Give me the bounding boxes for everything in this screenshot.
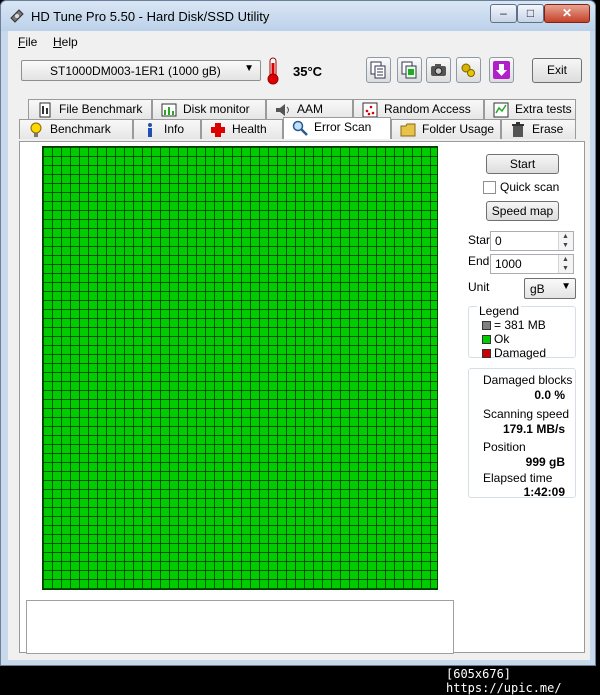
ok-swatch bbox=[482, 335, 491, 344]
tab-extra-tests[interactable]: Extra tests bbox=[484, 99, 576, 119]
copy-text-button[interactable] bbox=[366, 57, 391, 83]
magnifier-icon bbox=[292, 120, 308, 136]
health-cross-icon bbox=[211, 123, 225, 137]
folder-icon bbox=[400, 123, 416, 137]
damaged-blocks-value: 0.0 % bbox=[534, 388, 565, 402]
position-value: 999 gB bbox=[525, 455, 565, 469]
start-position-input[interactable]: 0 ▲ ▼ bbox=[490, 231, 574, 251]
window-title: HD Tune Pro 5.50 - Hard Disk/SSD Utility bbox=[31, 9, 270, 24]
tab-erase[interactable]: Erase bbox=[501, 119, 576, 139]
chevron-down-icon: ▼ bbox=[561, 281, 571, 292]
client-area: File Help ST1000DM003-1ER1 (1000 gB) ▼ 3… bbox=[8, 31, 590, 660]
trash-icon bbox=[512, 122, 524, 137]
legend-group: Legend = 381 MB Ok Damaged bbox=[468, 304, 576, 360]
app-window: HD Tune Pro 5.50 - Hard Disk/SSD Utility… bbox=[0, 0, 596, 666]
copy-info-icon bbox=[401, 61, 417, 79]
tab-folder-usage[interactable]: Folder Usage bbox=[391, 119, 501, 139]
end-position-label: End bbox=[468, 254, 490, 268]
spin-up-icon: ▲ bbox=[562, 233, 569, 240]
tab-file-benchmark[interactable]: File Benchmark bbox=[28, 99, 152, 119]
end-spinner[interactable]: ▲ ▼ bbox=[558, 255, 573, 273]
maximize-button[interactable]: □ bbox=[517, 4, 544, 23]
spin-down-icon: ▼ bbox=[562, 242, 569, 249]
hd-tune-app-icon bbox=[10, 9, 24, 23]
damaged-blocks-label: Damaged blocks bbox=[483, 373, 573, 387]
exit-button[interactable]: Exit bbox=[532, 58, 582, 83]
download-arrow-icon bbox=[493, 61, 510, 79]
random-access-icon bbox=[362, 102, 378, 118]
screenshot-button[interactable] bbox=[426, 57, 451, 83]
error-scan-panel: Start Quick scan Speed map Start 0 ▲ ▼ En… bbox=[19, 141, 585, 654]
legend-block-size: = 381 MB bbox=[494, 318, 546, 332]
tab-benchmark[interactable]: Benchmark bbox=[19, 119, 133, 139]
legend-ok: Ok bbox=[494, 332, 510, 346]
chevron-down-icon: ▼ bbox=[244, 63, 254, 74]
tab-random-access[interactable]: Random Access bbox=[353, 99, 484, 119]
menu-file[interactable]: File bbox=[18, 35, 37, 49]
file-benchmark-icon bbox=[39, 102, 51, 118]
elapsed-time-value: 1:42:09 bbox=[523, 485, 565, 499]
tab-disk-monitor[interactable]: Disk monitor bbox=[152, 99, 266, 119]
quick-scan-label: Quick scan bbox=[500, 180, 560, 194]
tab-row-top: File Benchmark Disk monitor AAM Random A… bbox=[8, 99, 590, 119]
tab-aam[interactable]: AAM bbox=[266, 99, 353, 119]
speed-map-button[interactable]: Speed map bbox=[486, 201, 559, 221]
scanning-speed-label: Scanning speed bbox=[483, 407, 570, 421]
quick-scan-checkbox[interactable] bbox=[483, 181, 496, 194]
spin-down-icon: ▼ bbox=[562, 265, 569, 272]
start-scan-button[interactable]: Start bbox=[486, 154, 559, 174]
options-button[interactable] bbox=[456, 57, 481, 83]
bulb-icon bbox=[30, 122, 42, 137]
tab-row-bottom: Benchmark Info Health Error Scan Folder … bbox=[8, 117, 590, 139]
extra-tests-icon bbox=[493, 102, 509, 118]
info-icon bbox=[148, 123, 152, 137]
elapsed-time-label: Elapsed time bbox=[483, 471, 553, 485]
position-label: Position bbox=[483, 440, 526, 454]
close-window-button[interactable]: ✕ bbox=[544, 4, 590, 23]
legend-title: Legend bbox=[477, 304, 522, 318]
scan-stats-group: Damaged blocks 0.0 % Scanning speed 179.… bbox=[468, 368, 576, 499]
minimize-button[interactable]: – bbox=[490, 4, 517, 23]
scan-block-map bbox=[42, 146, 438, 590]
gears-icon bbox=[461, 63, 475, 77]
menu-help[interactable]: Help bbox=[53, 35, 78, 49]
title-bar[interactable]: HD Tune Pro 5.50 - Hard Disk/SSD Utility… bbox=[1, 1, 595, 31]
toolbar: ST1000DM003-1ER1 (1000 gB) ▼ 35°C Exit bbox=[8, 53, 590, 93]
scan-log-box[interactable] bbox=[26, 600, 454, 654]
legend-damaged: Damaged bbox=[494, 346, 547, 360]
drive-select[interactable]: ST1000DM003-1ER1 (1000 gB) ▼ bbox=[21, 60, 261, 81]
tab-info[interactable]: Info bbox=[133, 119, 201, 139]
end-position-input[interactable]: 1000 ▲ ▼ bbox=[490, 254, 574, 274]
copy-info-button[interactable] bbox=[397, 57, 422, 83]
camera-icon bbox=[431, 64, 446, 76]
image-host-caption: [605x676] https://upic.me/ bbox=[446, 667, 562, 695]
temperature-readout: 35°C bbox=[293, 64, 323, 79]
block-size-swatch bbox=[482, 321, 491, 330]
spin-up-icon: ▲ bbox=[562, 256, 569, 263]
scanning-speed-value: 179.1 MB/s bbox=[502, 422, 565, 436]
unit-label: Unit bbox=[468, 280, 490, 294]
tab-error-scan[interactable]: Error Scan bbox=[283, 117, 391, 139]
drive-select-value: ST1000DM003-1ER1 (1000 gB) bbox=[50, 64, 221, 78]
disk-monitor-icon bbox=[161, 103, 177, 117]
copy-text-icon bbox=[370, 61, 386, 79]
save-button[interactable] bbox=[489, 57, 514, 83]
start-spinner[interactable]: ▲ ▼ bbox=[558, 232, 573, 250]
thermometer-icon bbox=[267, 57, 279, 85]
speaker-icon bbox=[276, 104, 289, 116]
menu-bar: File Help bbox=[8, 31, 590, 53]
damaged-swatch bbox=[482, 349, 491, 358]
unit-select[interactable]: gB ▼ bbox=[524, 278, 576, 299]
tab-health[interactable]: Health bbox=[201, 119, 283, 139]
